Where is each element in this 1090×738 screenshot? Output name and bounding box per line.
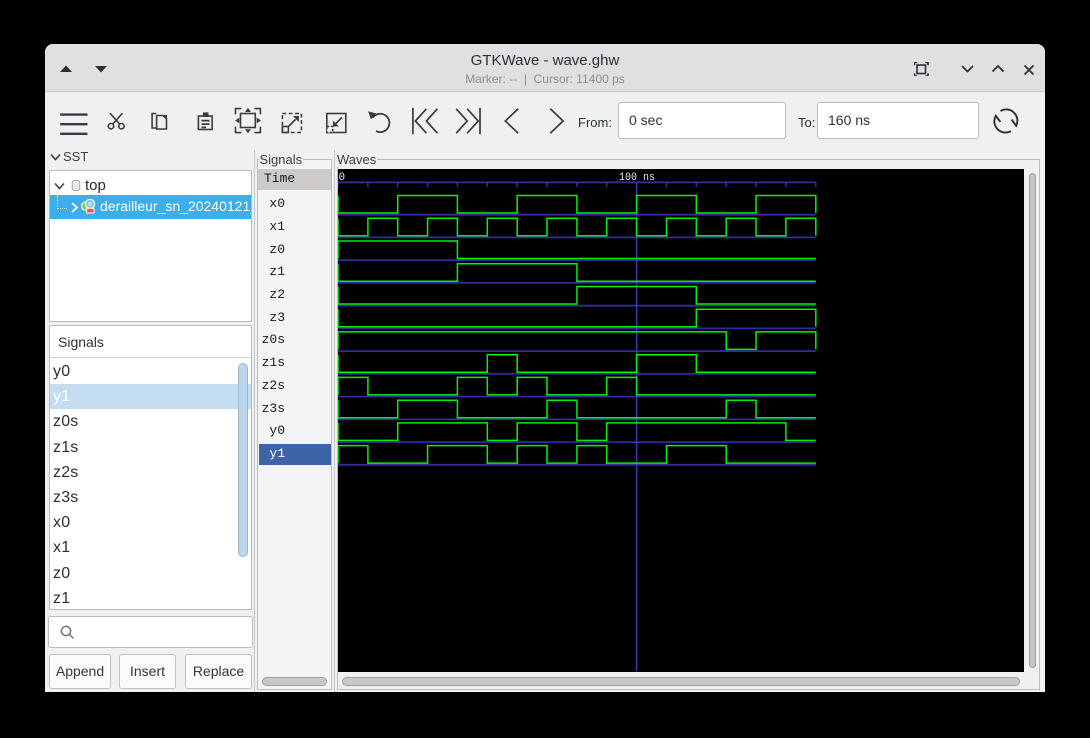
svg-text:0: 0 bbox=[339, 172, 346, 184]
svg-text:100 ns: 100 ns bbox=[619, 172, 655, 184]
